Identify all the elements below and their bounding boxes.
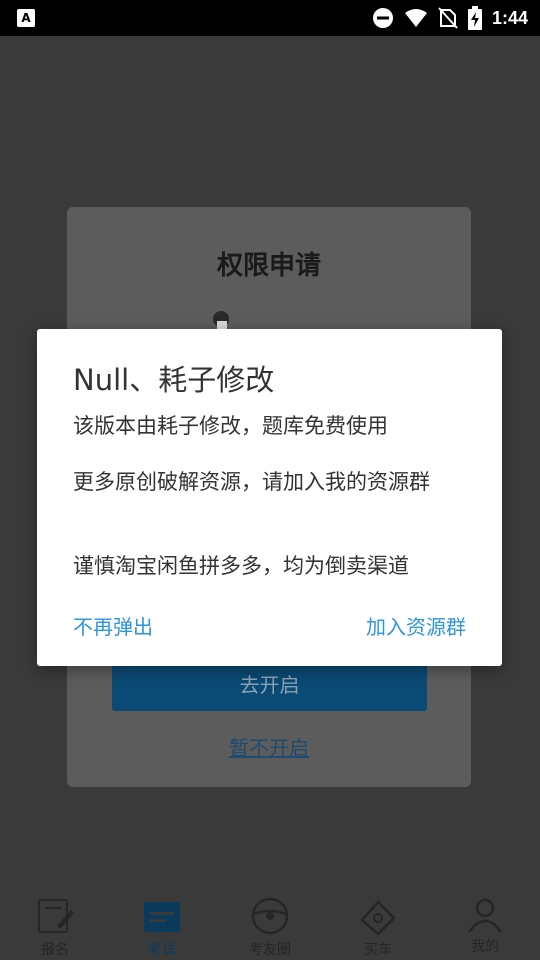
dont-show-again-button[interactable]: 不再弹出: [73, 611, 153, 640]
dialog-title: Null、耗子修改: [73, 363, 275, 397]
svg-text:A: A: [21, 11, 31, 25]
dnd-icon: [372, 8, 393, 28]
dialog-message: 谨慎淘宝闲鱼拼多多，均为倒卖渠道: [73, 554, 409, 578]
keyboard-a-icon: A: [17, 9, 35, 27]
wifi-icon: [404, 9, 427, 27]
join-resource-group-button[interactable]: 加入资源群: [366, 611, 466, 640]
no-sim-icon: [438, 7, 458, 29]
alert-dialog: Null、耗子修改 该版本由耗子修改，题库免费使用 更多原创破解资源，请加入我的…: [37, 329, 502, 666]
battery-charging-icon: [467, 6, 482, 30]
dialog-message: 该版本由耗子修改，题库免费使用: [73, 414, 388, 438]
dialog-message: 更多原创破解资源，请加入我的资源群: [73, 470, 430, 494]
status-bar: A 1:44: [0, 0, 540, 36]
clock: 1:44: [491, 7, 528, 28]
